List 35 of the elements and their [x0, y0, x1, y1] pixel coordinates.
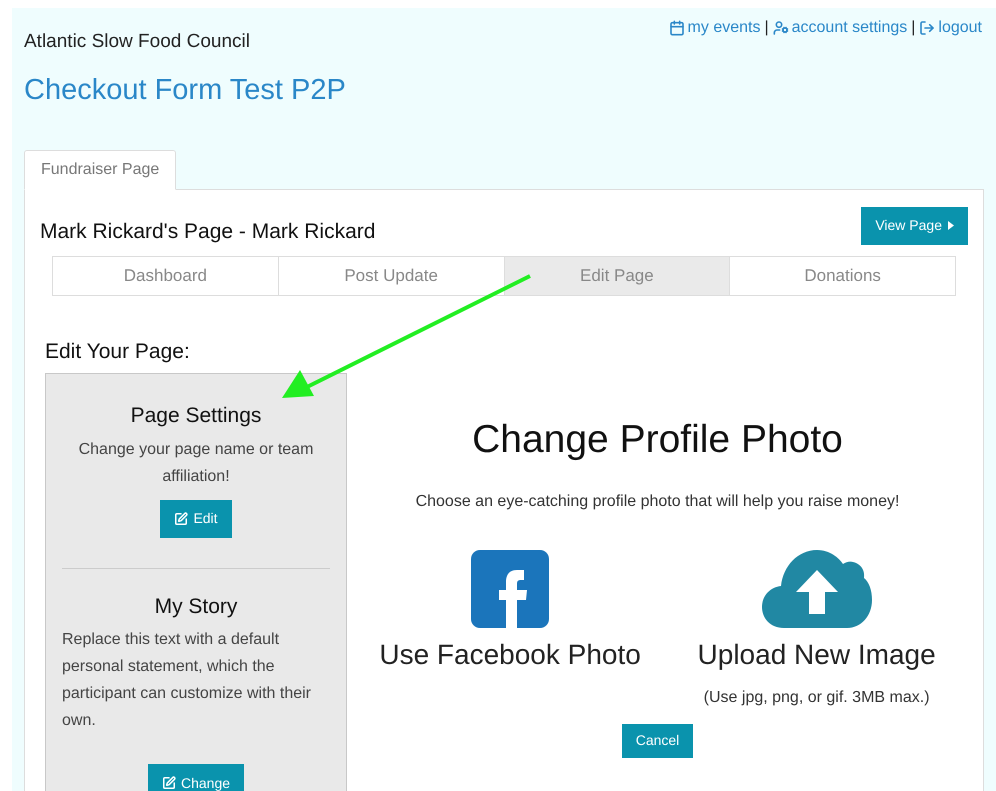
- calendar-icon: [668, 20, 685, 36]
- exit-icon: [919, 20, 936, 36]
- caret-icon: [948, 221, 954, 230]
- photo-option[interactable]: Upload New Image (Use jpg, png, or gif. 3MB max.): [698, 550, 936, 710]
- photo-subtitle: Choose an eye-catching profile photo that will help you raise money!: [416, 492, 900, 512]
- event-title: Checkout Form Test P2P: [24, 72, 346, 108]
- edit-heading: Edit Your Page:: [45, 338, 191, 364]
- nav-tab[interactable]: Donations: [729, 256, 956, 296]
- header-link[interactable]: account settings: [772, 16, 908, 40]
- nav-tab[interactable]: Edit Page: [504, 256, 730, 296]
- photo-title: Change Profile Photo: [472, 417, 843, 463]
- edit-icon: [162, 776, 176, 790]
- link-separator: |: [764, 18, 769, 38]
- header-link[interactable]: my events: [668, 16, 760, 40]
- page-tab[interactable]: Fundraiser Page: [24, 150, 176, 190]
- upload-note: (Use jpg, png, or gif. 3MB max.): [704, 688, 930, 708]
- section-button[interactable]: Change: [148, 764, 244, 791]
- photo-option[interactable]: Use Facebook Photo: [379, 550, 641, 710]
- section-description: Change your page name or team affiliation!: [78, 440, 314, 486]
- cancel-button[interactable]: Cancel: [622, 724, 694, 758]
- section-title: My Story: [154, 594, 238, 620]
- organization-name: Atlantic Slow Food Council: [24, 30, 251, 54]
- section-description: Replace this text with a default personal statement, which the participant can customize with their own.: [62, 630, 312, 731]
- page-heading: Mark Rickard's Page - Mark Rickard: [40, 219, 376, 245]
- nav-tab[interactable]: Dashboard: [52, 256, 279, 296]
- section-button[interactable]: Edit: [160, 500, 232, 538]
- view-page-button[interactable]: View Page: [861, 206, 968, 245]
- edit-icon: [174, 512, 188, 526]
- header-link[interactable]: logout: [919, 16, 982, 40]
- cloud-upload-icon: [762, 550, 872, 628]
- f-logo-icon: [471, 550, 550, 628]
- user-gear-icon: [772, 20, 789, 36]
- section-title: Page Settings: [130, 403, 262, 429]
- nav-tab[interactable]: Post Update: [278, 256, 504, 296]
- link-separator: |: [911, 18, 916, 38]
